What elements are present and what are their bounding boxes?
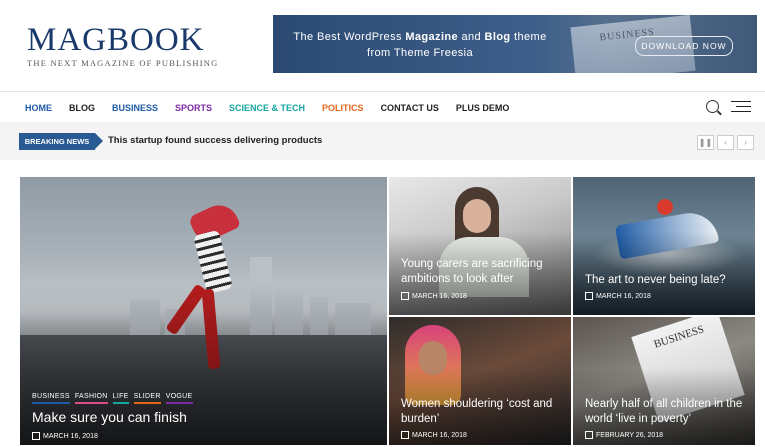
tag-fashion[interactable]: FASHION [74, 393, 108, 404]
nav-item-blog[interactable]: BLOG [69, 103, 95, 113]
breaking-news-headline[interactable]: This startup found success delivering pr… [108, 135, 322, 146]
card-date: MARCH 16, 2018 [401, 292, 467, 300]
calendar-icon [585, 292, 593, 300]
featured-main-card[interactable]: BUSINESS FASHION LIFE SLIDER VOGUE Make … [20, 177, 387, 445]
banner-text-bold2: Blog [484, 31, 511, 43]
card-title[interactable]: Nearly half of all children in the world… [585, 397, 755, 427]
date-text: MARCH 16, 2018 [43, 432, 98, 440]
banner-text-pre: The Best WordPress [293, 31, 406, 43]
nav-item-science-tech[interactable]: SCIENCE & TECH [229, 103, 305, 113]
nav-item-contact-us[interactable]: CONTACT US [381, 103, 439, 113]
date-text: MARCH 16, 2018 [412, 292, 467, 300]
featured-card[interactable]: BUSINESS Nearly half of all children in … [573, 317, 755, 445]
nav-item-politics[interactable]: POLITICS [322, 103, 364, 113]
main-navigation: HOME BLOG BUSINESS SPORTS SCIENCE & TECH POLI… [0, 91, 765, 124]
search-icon[interactable] [706, 100, 719, 113]
featured-main-date: MARCH 16, 2018 [32, 432, 98, 440]
tag-vogue[interactable]: VOGUE [165, 393, 193, 404]
featured-card[interactable]: The art to never being late? MARCH 16, 2… [573, 177, 755, 315]
breaking-news-label: BREAKING NEWS [19, 133, 103, 150]
card-title[interactable]: The art to never being late? [585, 273, 726, 288]
date-text: FEBRUARY 26, 2018 [596, 431, 664, 439]
calendar-icon [401, 431, 409, 439]
featured-card[interactable]: Women shouldering ‘cost and burden’ MARC… [389, 317, 571, 445]
logo-tagline: THE NEXT MAGAZINE OF PUBLISHING [27, 58, 219, 68]
tag-business[interactable]: BUSINESS [32, 393, 70, 404]
calendar-icon [32, 432, 40, 440]
nav-item-business[interactable]: BUSINESS [112, 103, 158, 113]
chevron-right-icon[interactable]: › [737, 135, 754, 150]
logo-title: MAGBOOK [27, 22, 205, 58]
banner-text-mid: and [458, 31, 485, 43]
card-title[interactable]: Women shouldering ‘cost and burden’ [401, 397, 571, 427]
advert-banner[interactable]: BUSINESS The Best WordPress Magazine and… [273, 15, 757, 73]
date-text: MARCH 16, 2018 [412, 431, 467, 439]
banner-text-line2: from Theme Freesia [366, 47, 474, 59]
calendar-icon [401, 292, 409, 300]
site-logo[interactable]: MAGBOOK THE NEXT MAGAZINE OF PUBLISHING [27, 22, 227, 69]
post-tags: BUSINESS FASHION LIFE SLIDER VOGUE [32, 393, 198, 404]
tag-life[interactable]: LIFE [112, 393, 129, 404]
banner-text-post: theme [510, 31, 547, 43]
card-title[interactable]: Young carers are sacrificing ambitions t… [401, 257, 571, 287]
banner-text-bold1: Magazine [405, 31, 459, 43]
card-date: MARCH 16, 2018 [585, 292, 651, 300]
chevron-left-icon[interactable]: ‹ [717, 135, 734, 150]
hamburger-menu-icon[interactable] [731, 100, 751, 113]
nav-item-home[interactable]: HOME [25, 103, 52, 113]
tag-slider[interactable]: SLIDER [133, 393, 161, 404]
banner-text: The Best WordPress Magazine and Blog the… [285, 29, 555, 61]
download-now-button[interactable]: DOWNLOAD NOW [635, 36, 733, 56]
nav-menu: HOME BLOG BUSINESS SPORTS SCIENCE & TECH POLI… [25, 92, 526, 123]
date-text: MARCH 16, 2018 [596, 292, 651, 300]
page: MAGBOOK THE NEXT MAGAZINE OF PUBLISHING … [0, 0, 765, 447]
nav-item-plus-demo[interactable]: PLUS DEMO [456, 103, 510, 113]
pause-icon[interactable]: ❚❚ [697, 135, 714, 150]
card-date: MARCH 16, 2018 [401, 431, 467, 439]
ticker-controls: ❚❚ ‹ › [694, 135, 754, 150]
nav-tools [706, 100, 751, 113]
nav-item-sports[interactable]: SPORTS [175, 103, 212, 113]
featured-main-title[interactable]: Make sure you can finish [32, 410, 187, 425]
card-date: FEBRUARY 26, 2018 [585, 431, 663, 439]
calendar-icon [585, 431, 593, 439]
breaking-news-bar: BREAKING NEWS This startup found success… [0, 122, 765, 160]
featured-card[interactable]: Young carers are sacrificing ambitions t… [389, 177, 571, 315]
